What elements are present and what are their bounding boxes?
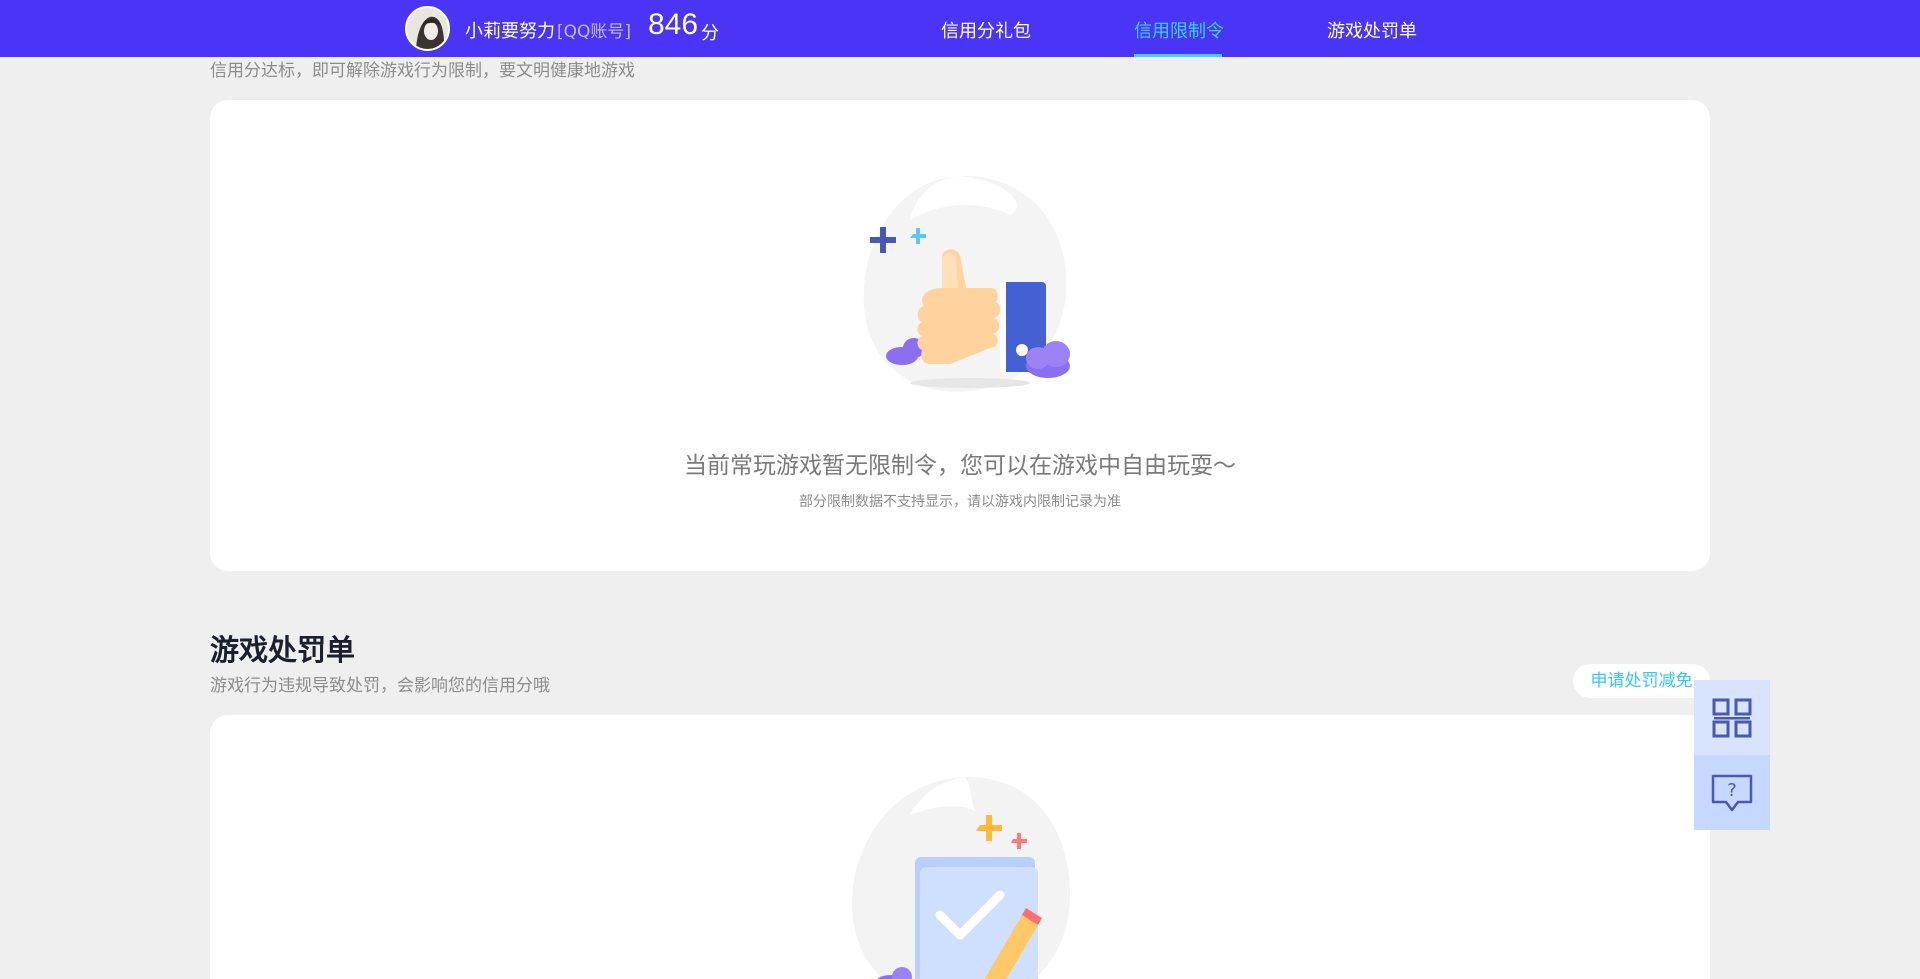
username: 小莉要努力: [465, 21, 555, 42]
top-bar: 小莉要努力 [QQ账号] 846 分 信用分礼包 信用限制令 游戏处罚单: [0, 0, 1920, 57]
restriction-empty-note: 部分限制数据不支持显示，请以游戏内限制记录为准: [799, 494, 1121, 510]
active-nav-indicator: [1134, 54, 1222, 57]
nav-penalty-list[interactable]: 游戏处罚单: [1327, 17, 1417, 43]
penalty-section-title: 游戏处罚单: [210, 633, 356, 667]
qrcode-icon: [1712, 698, 1752, 737]
apply-penalty-reduction-button[interactable]: 申请处罚减免: [1573, 664, 1710, 698]
restriction-card: 当前常玩游戏暂无限制令，您可以在游戏中自由玩耍～ 部分限制数据不支持显示，请以游…: [210, 100, 1710, 571]
nav-restriction-order[interactable]: 信用限制令: [1134, 17, 1224, 43]
avatar[interactable]: [405, 6, 450, 51]
help-feedback-button[interactable]: ?: [1694, 755, 1770, 830]
thumbs-up-icon: [863, 175, 1070, 392]
restriction-empty-text: 当前常玩游戏暂无限制令，您可以在游戏中自由玩耍～: [684, 453, 1236, 479]
avatar-image-icon: [407, 8, 448, 49]
restriction-subtitle: 信用分达标，即可解除游戏行为限制，要文明健康地游戏: [210, 61, 635, 81]
credit-score-unit: 分: [701, 23, 719, 44]
svg-text:?: ?: [1727, 780, 1737, 801]
qrcode-button[interactable]: [1694, 680, 1770, 755]
feedback-help-icon: ?: [1711, 774, 1753, 811]
credit-score: 846: [648, 8, 699, 41]
checked-folder-icon: [851, 776, 1070, 979]
nav-credit-gift[interactable]: 信用分礼包: [941, 17, 1031, 43]
penalty-subtitle: 游戏行为违规导致处罚，会影响您的信用分哦: [210, 676, 550, 696]
account-type: [QQ账号]: [557, 22, 632, 42]
penalty-card: [210, 715, 1710, 979]
